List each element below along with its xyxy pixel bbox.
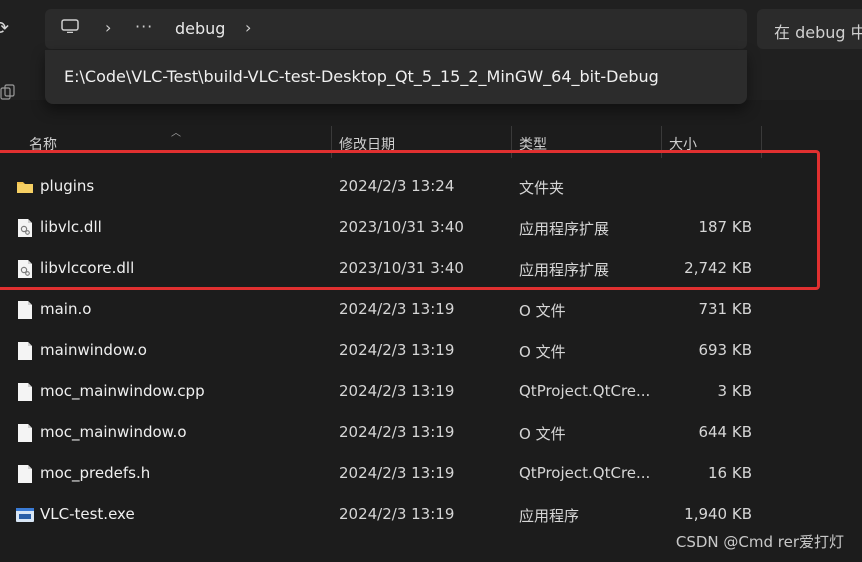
chevron-right-icon[interactable]: › [105, 18, 111, 37]
more-icon[interactable]: ··· [135, 17, 153, 36]
file-type: QtProject.QtCre... [519, 382, 651, 400]
file-date: 2024/2/3 13:19 [339, 505, 455, 523]
file-date: 2024/2/3 13:19 [339, 382, 455, 400]
list-item[interactable]: moc_mainwindow.o 2024/2/3 13:19 O 文件 644… [0, 412, 862, 453]
file-name[interactable]: moc_mainwindow.cpp [40, 382, 205, 400]
file-size: 1,940 KB [684, 505, 752, 523]
file-type: O 文件 [519, 302, 566, 320]
file-size: 731 KB [698, 300, 752, 318]
file-type: O 文件 [519, 343, 566, 361]
annotation-highlight-box [0, 150, 820, 290]
file-name[interactable]: VLC-test.exe [40, 505, 135, 523]
refresh-icon[interactable]: ⟳ [0, 18, 16, 40]
list-item[interactable]: main.o 2024/2/3 13:19 O 文件 731 KB [0, 289, 862, 330]
list-item[interactable]: VLC-test.exe 2024/2/3 13:19 应用程序 1,940 K… [0, 494, 862, 535]
sort-ascending-icon: ︿ [171, 128, 181, 139]
chevron-right-icon[interactable]: › [245, 18, 251, 37]
file-date: 2024/2/3 13:19 [339, 464, 455, 482]
file-name[interactable]: moc_mainwindow.o [40, 423, 187, 441]
file-type: O 文件 [519, 425, 566, 443]
watermark: CSDN @Cmd rer爱打灯 [675, 533, 844, 551]
file-date: 2024/2/3 13:19 [339, 300, 455, 318]
file-icon [18, 342, 32, 360]
breadcrumb-debug[interactable]: debug [175, 19, 225, 38]
search-input[interactable]: 在 debug 中 [757, 9, 862, 49]
list-item[interactable]: moc_mainwindow.cpp 2024/2/3 13:19 QtProj… [0, 371, 862, 412]
this-pc-icon[interactable] [61, 19, 79, 33]
file-icon [18, 424, 32, 442]
copy-icon[interactable] [0, 84, 16, 102]
file-icon [18, 383, 32, 401]
file-date: 2024/2/3 13:19 [339, 341, 455, 359]
exe-icon [16, 508, 34, 522]
list-item[interactable]: moc_predefs.h 2024/2/3 13:19 QtProject.Q… [0, 453, 862, 494]
file-size: 3 KB [717, 382, 752, 400]
file-date: 2024/2/3 13:19 [339, 423, 455, 441]
file-name[interactable]: main.o [40, 300, 91, 318]
file-type: QtProject.QtCre... [519, 464, 651, 482]
file-icon [18, 465, 32, 483]
address-bar[interactable]: › ··· debug › [45, 9, 747, 49]
file-name[interactable]: mainwindow.o [40, 341, 147, 359]
list-item[interactable]: mainwindow.o 2024/2/3 13:19 O 文件 693 KB [0, 330, 862, 371]
file-size: 644 KB [698, 423, 752, 441]
path-suggestion-dropdown[interactable]: E:\Code\VLC-Test\build-VLC-test-Desktop_… [45, 50, 747, 104]
file-name[interactable]: moc_predefs.h [40, 464, 150, 482]
full-path-suggestion[interactable]: E:\Code\VLC-Test\build-VLC-test-Desktop_… [64, 67, 659, 86]
file-type: 应用程序 [519, 507, 580, 525]
file-icon [18, 301, 32, 319]
file-size: 693 KB [698, 341, 752, 359]
file-size: 16 KB [708, 464, 752, 482]
